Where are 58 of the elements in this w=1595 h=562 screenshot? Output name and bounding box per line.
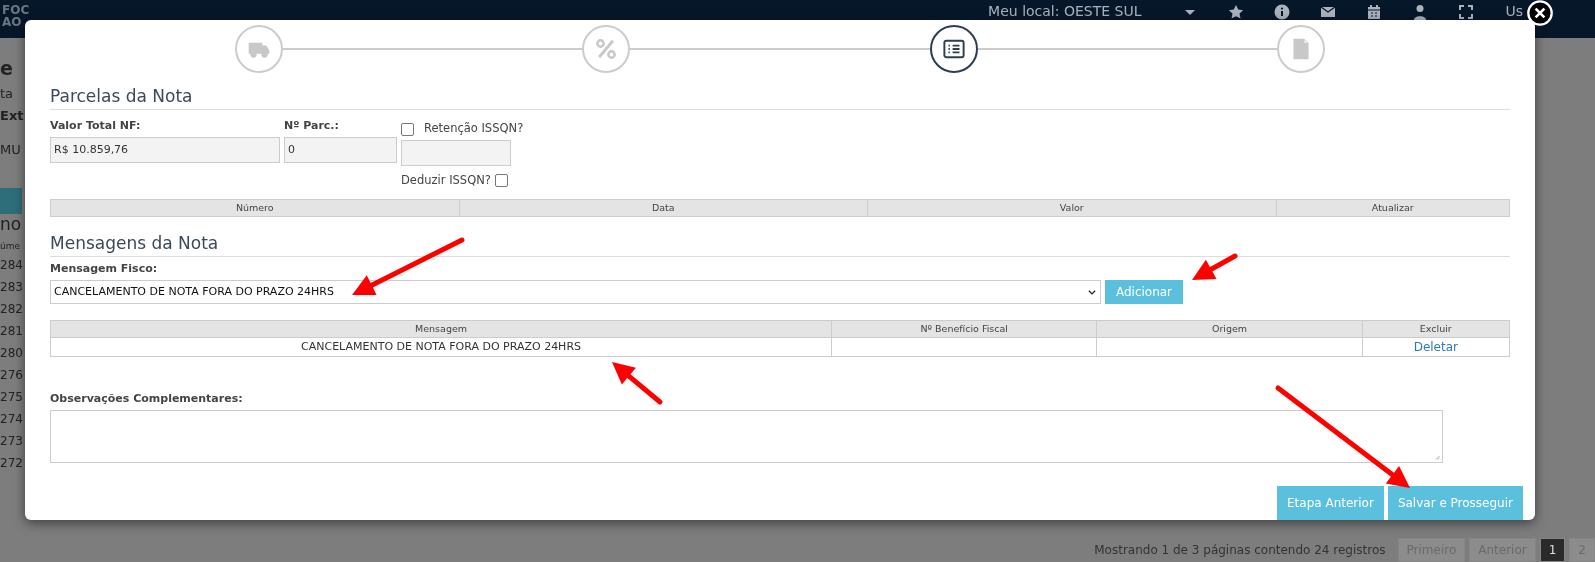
column-header: Excluir	[1362, 320, 1510, 338]
info-icon[interactable]	[1274, 4, 1291, 20]
field-label: ta	[0, 86, 14, 102]
text-field[interactable]: R$ 10.859,76	[50, 136, 280, 163]
table-cell-text: 282	[0, 301, 23, 318]
list-icon	[942, 38, 965, 60]
section-title: no	[0, 216, 22, 232]
user-name[interactable]: Us	[1505, 4, 1523, 19]
annotation-arrow	[612, 362, 663, 405]
page-button[interactable]: 1	[1539, 538, 1566, 562]
table-cell-text: 280	[0, 345, 23, 362]
field-label: Valor Total NF:	[50, 118, 141, 135]
document-icon	[1290, 38, 1312, 60]
table-cell-text: 272	[0, 455, 23, 472]
column-header: Nº Benefício Fiscal	[831, 320, 1097, 338]
column-header: Data	[459, 199, 868, 217]
checkbox[interactable]	[494, 173, 508, 187]
section-heading: Mensagens da Nota	[50, 224, 1510, 258]
user-icon[interactable]	[1412, 4, 1429, 20]
envelope-icon[interactable]	[1320, 4, 1337, 20]
select-field[interactable]: CANCELAMENTO DE NOTA FORA DO PRAZO 24HRS	[50, 279, 1101, 304]
select-value: CANCELAMENTO DE NOTA FORA DO PRAZO 24HRS	[54, 283, 334, 300]
checkbox[interactable]	[401, 122, 414, 136]
column-header: Atualizar	[1276, 199, 1510, 217]
table-cell-text: 283	[0, 279, 23, 296]
table-cell-text: 274	[0, 411, 23, 428]
field-label: Observações Complementares:	[50, 391, 243, 408]
column-header: Origem	[1096, 320, 1363, 338]
text-field[interactable]: 0	[284, 136, 397, 163]
column-header: Valor	[867, 199, 1277, 217]
text-field[interactable]	[401, 139, 511, 166]
checkbox-label: Deduzir ISSQN?	[401, 171, 491, 189]
column-header: Mensagem	[50, 320, 832, 338]
page-title: e	[0, 60, 13, 76]
section-heading: Parcelas da Nota	[50, 78, 1510, 111]
star-icon[interactable]	[1228, 4, 1245, 20]
logo-text: FOC AO	[1, 4, 30, 28]
calendar-icon[interactable]	[1366, 4, 1383, 20]
table-cell: CANCELAMENTO DE NOTA FORA DO PRAZO 24HRS	[50, 337, 832, 357]
percent-icon	[595, 38, 618, 60]
expand-icon[interactable]	[1458, 4, 1475, 20]
table-cell-text: 275	[0, 389, 23, 406]
annotation-arrow	[1192, 253, 1238, 280]
table-cell-text: 284	[0, 257, 23, 274]
field-label: Mensagem Fisco:	[50, 261, 158, 278]
pagination-summary: Mostrando 1 de 3 páginas contendo 24 registros	[1094, 542, 1386, 559]
textarea-field[interactable]	[50, 409, 1443, 463]
location-label[interactable]: Meu local: OESTE SUL	[988, 4, 1142, 19]
table-cell-text: 281	[0, 323, 23, 340]
checkbox-label: Retenção ISSQN?	[424, 120, 524, 138]
field-value: MU	[0, 142, 21, 158]
step-indicator[interactable]	[929, 25, 978, 73]
column-header: Número	[50, 199, 459, 217]
table-cell-text: 273	[0, 433, 23, 450]
field-label: Ext	[0, 108, 24, 124]
column-header: úme	[0, 240, 20, 254]
table-cell-text: 276	[0, 367, 23, 384]
field-label: Nº Parc.:	[284, 118, 339, 135]
